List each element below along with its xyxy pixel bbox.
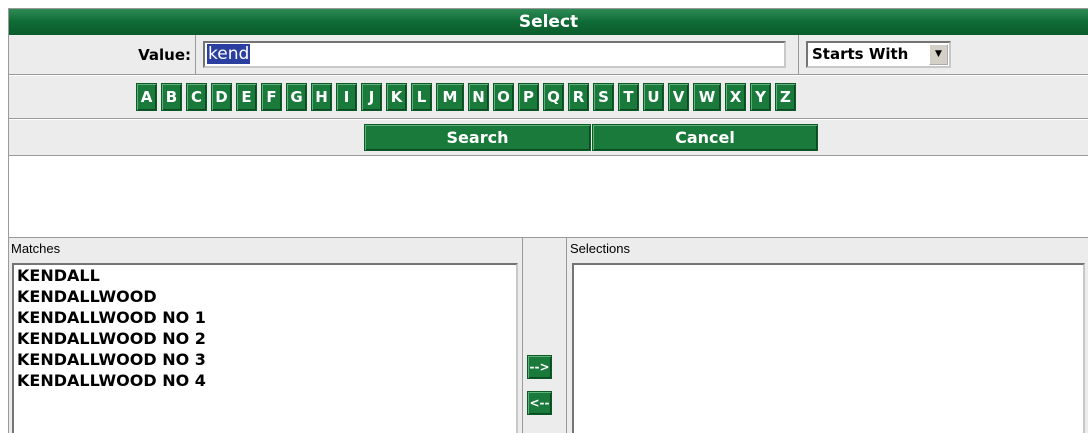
letter-button-a[interactable]: A bbox=[136, 83, 157, 111]
letter-button-j[interactable]: J bbox=[361, 83, 382, 111]
value-input-cell: kend bbox=[197, 35, 799, 75]
letter-button-q[interactable]: Q bbox=[543, 83, 564, 111]
cancel-button[interactable]: Cancel bbox=[592, 124, 818, 151]
spacer bbox=[9, 157, 1088, 237]
letter-button-v[interactable]: V bbox=[668, 83, 689, 111]
list-item[interactable]: KENDALLWOOD NO 1 bbox=[14, 307, 516, 328]
list-item[interactable]: KENDALLWOOD NO 4 bbox=[14, 370, 516, 391]
letter-button-w[interactable]: W bbox=[693, 83, 721, 111]
select-dialog: Select Value: kend Starts With ▼ ABCDEFG… bbox=[8, 8, 1088, 433]
value-label: Value: bbox=[9, 35, 196, 75]
action-row: Search Cancel bbox=[9, 120, 1088, 156]
matches-list[interactable]: KENDALL KENDALLWOOD KENDALLWOOD NO 1 KENDAL… bbox=[12, 263, 518, 433]
search-button[interactable]: Search bbox=[364, 124, 591, 151]
list-item[interactable]: KENDALLWOOD bbox=[14, 286, 516, 307]
value-row: Value: kend Starts With ▼ bbox=[9, 35, 1088, 75]
letter-button-m[interactable]: M bbox=[436, 83, 464, 111]
letter-button-y[interactable]: Y bbox=[750, 83, 771, 111]
letter-button-i[interactable]: I bbox=[336, 83, 357, 111]
letter-button-l[interactable]: L bbox=[411, 83, 432, 111]
add-selection-button[interactable]: --> bbox=[527, 355, 552, 379]
letter-button-k[interactable]: K bbox=[386, 83, 407, 111]
letter-button-s[interactable]: S bbox=[593, 83, 614, 111]
letter-button-d[interactable]: D bbox=[211, 83, 232, 111]
letter-button-u[interactable]: U bbox=[643, 83, 664, 111]
match-mode-select[interactable]: Starts With ▼ bbox=[806, 41, 951, 68]
list-item[interactable]: KENDALLWOOD NO 2 bbox=[14, 328, 516, 349]
value-input-text: kend bbox=[207, 44, 251, 64]
letter-button-z[interactable]: Z bbox=[775, 83, 796, 111]
chevron-down-icon[interactable]: ▼ bbox=[929, 44, 948, 65]
matches-label: Matches bbox=[11, 241, 61, 256]
letter-button-f[interactable]: F bbox=[261, 83, 282, 111]
selections-list[interactable] bbox=[572, 263, 1085, 433]
divider bbox=[522, 238, 523, 433]
letter-buttons: ABCDEFGHIJKLMNOPQRSTUVWXYZ bbox=[136, 83, 800, 111]
letter-button-t[interactable]: T bbox=[618, 83, 639, 111]
letter-button-r[interactable]: R bbox=[568, 83, 589, 111]
selections-label: Selections bbox=[570, 241, 630, 256]
divider bbox=[566, 238, 567, 433]
letter-filter-row: ABCDEFGHIJKLMNOPQRSTUVWXYZ bbox=[9, 76, 1088, 119]
list-item[interactable]: KENDALLWOOD NO 3 bbox=[14, 349, 516, 370]
letter-button-o[interactable]: O bbox=[493, 83, 514, 111]
lists-area: Matches KENDALL KENDALLWOOD KENDALLWOOD NO… bbox=[9, 237, 1088, 433]
match-mode-value: Starts With bbox=[812, 45, 909, 63]
letter-button-e[interactable]: E bbox=[236, 83, 257, 111]
letter-button-c[interactable]: C bbox=[186, 83, 207, 111]
letter-button-n[interactable]: N bbox=[468, 83, 489, 111]
letter-button-g[interactable]: G bbox=[286, 83, 307, 111]
letter-button-x[interactable]: X bbox=[725, 83, 746, 111]
value-input[interactable]: kend bbox=[203, 41, 786, 68]
remove-selection-button[interactable]: <-- bbox=[527, 391, 552, 415]
letter-button-b[interactable]: B bbox=[161, 83, 182, 111]
letter-button-h[interactable]: H bbox=[311, 83, 332, 111]
dialog-title: Select bbox=[9, 9, 1088, 35]
list-item[interactable]: KENDALL bbox=[14, 265, 516, 286]
letter-button-p[interactable]: P bbox=[518, 83, 539, 111]
